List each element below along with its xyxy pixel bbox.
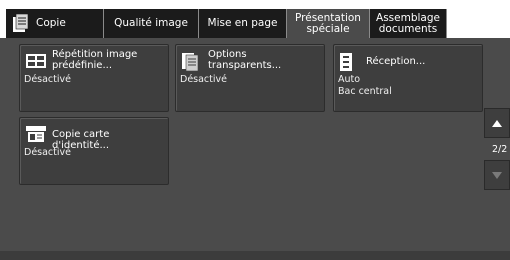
transparency-options-title: Options transparents... [208,49,282,71]
repeat-image-value: Désactivé [24,74,71,85]
page-indicator: 2/2 [492,144,508,155]
tab-copie[interactable]: Copie [6,9,104,38]
output-tray-icon [340,53,352,71]
tab-presentation-speciale-label: Présentation spéciale [295,11,361,35]
tab-assemblage-documents-label: Assemblage documents [376,11,440,35]
id-card-copy-icon [26,126,46,142]
transparency-options-value: Désactivé [180,74,227,85]
tab-mise-en-page-label: Mise en page [207,17,278,29]
output-tray-title: Réception... [366,56,426,67]
scroll-down-button[interactable] [484,160,510,190]
repeat-image-icon [26,54,46,68]
scroll-up-button[interactable] [484,108,510,138]
repeat-image-title: Répétition image prédéfinie... [52,49,138,71]
copy-icon [13,14,29,32]
tab-assemblage-documents[interactable]: Assemblage documents [369,9,447,38]
output-tray-button[interactable]: Réception... Auto Bac central [333,44,483,112]
arrow-down-icon [492,171,502,179]
transparency-options-icon [182,53,199,71]
output-tray-value: Auto Bac central [338,74,392,97]
bottom-bar [0,251,510,260]
tab-copie-label: Copie [36,17,66,29]
tab-mise-en-page[interactable]: Mise en page [199,9,287,38]
repeat-image-button[interactable]: Répétition image prédéfinie... Désactivé [19,44,169,112]
id-card-copy-value: Désactivé [24,147,71,158]
tab-presentation-speciale[interactable]: Présentation spéciale [287,9,369,38]
page-scroller: 2/2 [484,108,510,196]
tab-qualite-image[interactable]: Qualité image [104,9,199,38]
tab-qualite-image-label: Qualité image [114,17,188,29]
arrow-up-icon [492,119,502,127]
transparency-options-button[interactable]: Options transparents... Désactivé [175,44,325,112]
tab-bar: Copie Qualité image Mise en page Présent… [0,0,510,38]
id-card-copy-button[interactable]: Copie carte d'identité... Désactivé [19,117,169,185]
